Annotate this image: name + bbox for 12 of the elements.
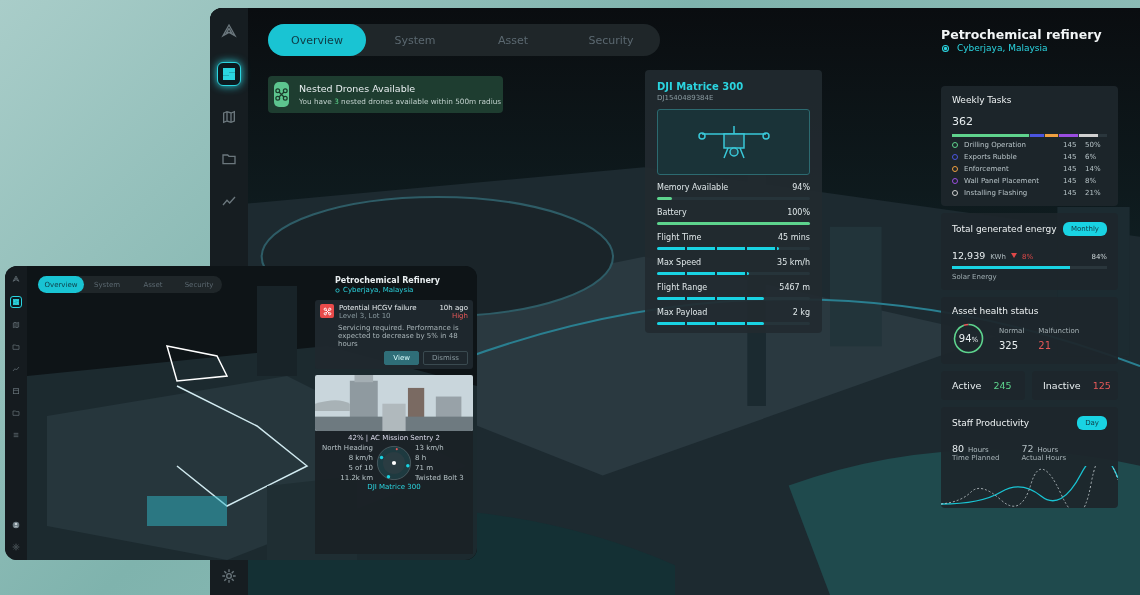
dashboard-icon: [12, 298, 20, 306]
calendar-icon: [12, 387, 20, 395]
settings-icon: [12, 543, 20, 551]
avatar-icon: [12, 521, 20, 529]
sidebar-item[interactable]: [10, 296, 22, 308]
folder-icon: [12, 409, 20, 417]
folder-icon: [12, 343, 20, 351]
map-icon: [12, 321, 20, 329]
logo-icon: [12, 275, 20, 283]
list-icon: [12, 431, 20, 439]
sidebar-item[interactable]: [11, 520, 21, 530]
trend-icon: [12, 365, 20, 373]
